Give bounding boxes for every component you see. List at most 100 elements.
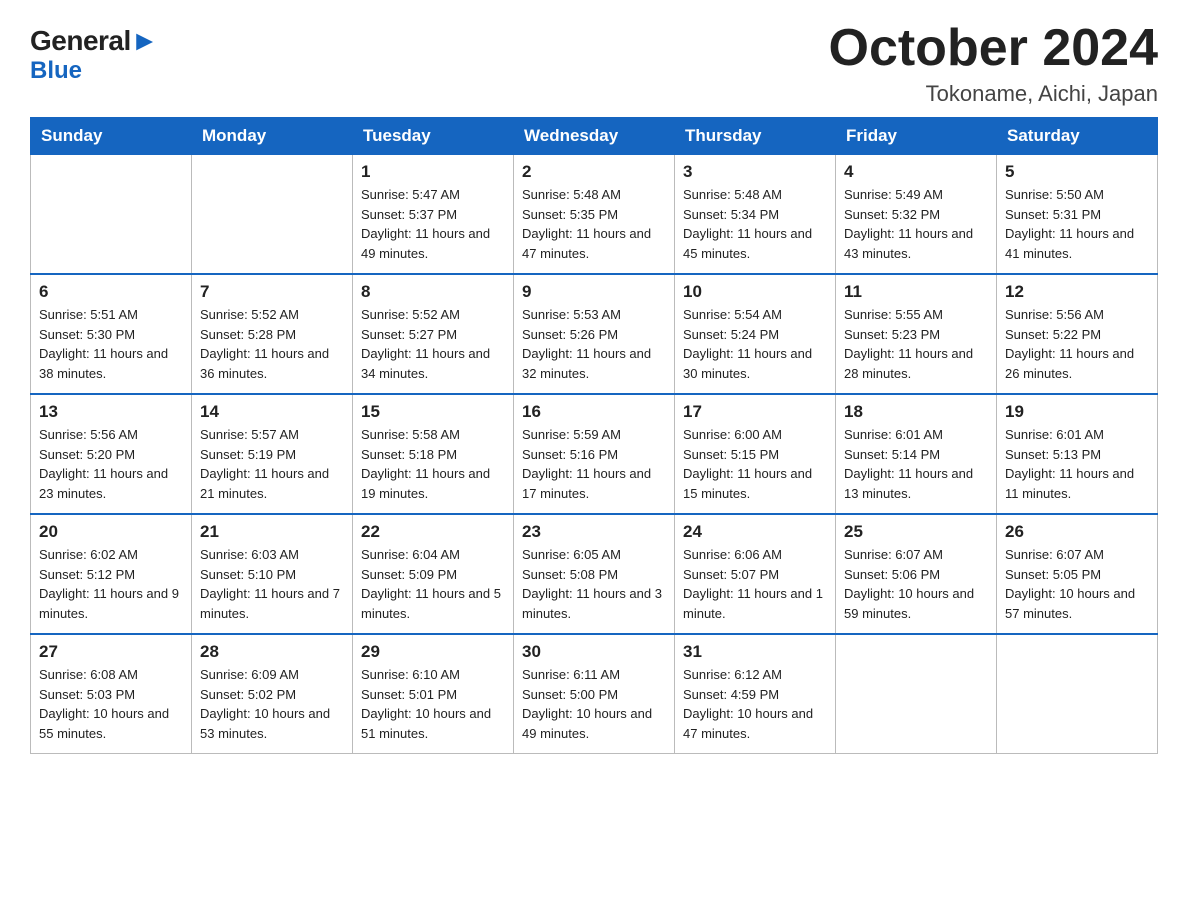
calendar-cell: 28Sunrise: 6:09 AMSunset: 5:02 PMDayligh… <box>192 634 353 754</box>
cell-day-number: 4 <box>844 162 988 182</box>
cell-sunrise: Sunrise: 5:56 AM <box>39 427 138 442</box>
cell-sunrise: Sunrise: 6:10 AM <box>361 667 460 682</box>
cell-sun-info: Sunrise: 6:06 AMSunset: 5:07 PMDaylight:… <box>683 545 827 623</box>
cell-sunset: Sunset: 5:35 PM <box>522 207 618 222</box>
cell-sunset: Sunset: 5:15 PM <box>683 447 779 462</box>
header-thursday: Thursday <box>675 118 836 155</box>
cell-day-number: 25 <box>844 522 988 542</box>
calendar-cell: 19Sunrise: 6:01 AMSunset: 5:13 PMDayligh… <box>997 394 1158 514</box>
calendar-table: Sunday Monday Tuesday Wednesday Thursday… <box>30 117 1158 754</box>
logo-icon: General► <box>30 25 158 57</box>
calendar-cell: 16 Sunrise: 5:59 AMSunset: 5:16 PMDayligh… <box>514 394 675 514</box>
cell-daylight: Daylight: 10 hours and 47 minutes. <box>683 706 813 741</box>
calendar-cell: 23 Sunrise: 6:05 AMSunset: 5:08 PMDayligh… <box>514 514 675 634</box>
cell-sunrise: Sunrise: 6:04 AM <box>361 547 460 562</box>
cell-sunrise: Sunrise: 6:07 AM <box>1005 547 1104 562</box>
cell-sunrise: Sunrise: 5:51 AM <box>39 307 138 322</box>
main-title: October 2024 <box>829 20 1159 77</box>
calendar-cell: 10Sunrise: 5:54 AMSunset: 5:24 PMDayligh… <box>675 274 836 394</box>
cell-sunrise: Sunrise: 5:57 AM <box>200 427 299 442</box>
cell-day-number: 28 <box>200 642 344 662</box>
cell-sunrise: Sunrise: 6:11 AM <box>522 667 620 682</box>
cell-sun-info: Sunrise: 6:07 AMSunset: 5:05 PMDaylight:… <box>1005 545 1149 623</box>
calendar-cell <box>31 155 192 275</box>
cell-sunrise: Sunrise: 5:52 AM <box>200 307 299 322</box>
cell-sunrise: Sunrise: 5:50 AM <box>1005 187 1104 202</box>
cell-day-number: 23 <box>522 522 666 542</box>
calendar-cell: 21Sunrise: 6:03 AMSunset: 5:10 PMDayligh… <box>192 514 353 634</box>
cell-day-number: 16 <box>522 402 666 422</box>
cell-daylight: Daylight: 11 hours and 19 minutes. <box>361 466 490 501</box>
cell-daylight: Daylight: 11 hours and 15 minutes. <box>683 466 812 501</box>
calendar-cell: 11Sunrise: 5:55 AMSunset: 5:23 PMDayligh… <box>836 274 997 394</box>
logo-blue-text: Blue <box>30 57 82 85</box>
calendar-cell: 30Sunrise: 6:11 AMSunset: 5:00 PMDayligh… <box>514 634 675 754</box>
header-friday: Friday <box>836 118 997 155</box>
cell-sunset: Sunset: 5:05 PM <box>1005 567 1101 582</box>
cell-day-number: 19 <box>1005 402 1149 422</box>
cell-daylight: Daylight: 11 hours and 34 minutes. <box>361 346 490 381</box>
cell-sunset: Sunset: 5:14 PM <box>844 447 940 462</box>
cell-sunset: Sunset: 5:10 PM <box>200 567 296 582</box>
cell-sunset: Sunset: 5:23 PM <box>844 327 940 342</box>
cell-sun-info: Sunrise: 5:59 AMSunset: 5:16 PMDaylight:… <box>522 425 666 503</box>
cell-day-number: 13 <box>39 402 183 422</box>
cell-sun-info: Sunrise: 6:04 AMSunset: 5:09 PMDaylight:… <box>361 545 505 623</box>
calendar-cell: 13Sunrise: 5:56 AMSunset: 5:20 PMDayligh… <box>31 394 192 514</box>
cell-sunset: Sunset: 5:27 PM <box>361 327 457 342</box>
page-wrapper: General► Blue October 2024 Tokoname, Aic… <box>0 0 1188 784</box>
cell-daylight: Daylight: 11 hours and 36 minutes. <box>200 346 329 381</box>
cell-sun-info: Sunrise: 5:51 AMSunset: 5:30 PMDaylight:… <box>39 305 183 383</box>
cell-sunrise: Sunrise: 5:47 AM <box>361 187 460 202</box>
calendar-cell: 2Sunrise: 5:48 AMSunset: 5:35 PMDaylight… <box>514 155 675 275</box>
calendar-cell: 15Sunrise: 5:58 AMSunset: 5:18 PMDayligh… <box>353 394 514 514</box>
cell-sun-info: Sunrise: 6:03 AMSunset: 5:10 PMDaylight:… <box>200 545 344 623</box>
cell-sunrise: Sunrise: 6:07 AM <box>844 547 943 562</box>
cell-sun-info: Sunrise: 5:50 AMSunset: 5:31 PMDaylight:… <box>1005 185 1149 263</box>
cell-day-number: 5 <box>1005 162 1149 182</box>
title-area: October 2024 Tokoname, Aichi, Japan <box>829 20 1159 107</box>
cell-day-number: 12 <box>1005 282 1149 302</box>
cell-day-number: 10 <box>683 282 827 302</box>
cell-sunrise: Sunrise: 6:08 AM <box>39 667 138 682</box>
cell-day-number: 14 <box>200 402 344 422</box>
calendar-week-4: 20Sunrise: 6:02 AMSunset: 5:12 PMDayligh… <box>31 514 1158 634</box>
cell-sunrise: Sunrise: 5:48 AM <box>683 187 782 202</box>
cell-sun-info: Sunrise: 5:53 AMSunset: 5:26 PMDaylight:… <box>522 305 666 383</box>
cell-sunset: Sunset: 5:06 PM <box>844 567 940 582</box>
calendar-week-1: 1Sunrise: 5:47 AMSunset: 5:37 PMDaylight… <box>31 155 1158 275</box>
header-saturday: Saturday <box>997 118 1158 155</box>
cell-daylight: Daylight: 11 hours and 47 minutes. <box>522 226 651 261</box>
cell-sun-info: Sunrise: 5:48 AMSunset: 5:34 PMDaylight:… <box>683 185 827 263</box>
cell-sun-info: Sunrise: 6:07 AMSunset: 5:06 PMDaylight:… <box>844 545 988 623</box>
cell-sunset: Sunset: 5:02 PM <box>200 687 296 702</box>
cell-day-number: 3 <box>683 162 827 182</box>
header-wednesday: Wednesday <box>514 118 675 155</box>
cell-sun-info: Sunrise: 5:55 AMSunset: 5:23 PMDaylight:… <box>844 305 988 383</box>
calendar-cell: 31Sunrise: 6:12 AMSunset: 4:59 PMDayligh… <box>675 634 836 754</box>
cell-sunset: Sunset: 5:18 PM <box>361 447 457 462</box>
cell-sunset: Sunset: 4:59 PM <box>683 687 779 702</box>
cell-sun-info: Sunrise: 6:12 AM Sunset: 4:59 PM Daylight:… <box>683 665 827 743</box>
calendar-cell: 4Sunrise: 5:49 AMSunset: 5:32 PMDaylight… <box>836 155 997 275</box>
cell-sunset: Sunset: 5:03 PM <box>39 687 135 702</box>
cell-daylight: Daylight: 10 hours and 55 minutes. <box>39 706 169 741</box>
cell-sunrise: Sunrise: 6:12 AM <box>683 667 782 682</box>
header-row-days: Sunday Monday Tuesday Wednesday Thursday… <box>31 118 1158 155</box>
calendar-cell: 14Sunrise: 5:57 AMSunset: 5:19 PMDayligh… <box>192 394 353 514</box>
cell-sun-info: Sunrise: 5:56 AMSunset: 5:22 PMDaylight:… <box>1005 305 1149 383</box>
cell-sunrise: Sunrise: 5:49 AM <box>844 187 943 202</box>
cell-daylight: Daylight: 11 hours and 7 minutes. <box>200 586 340 621</box>
cell-sun-info: Sunrise: 6:11 AMSunset: 5:00 PMDaylight:… <box>522 665 666 743</box>
cell-sunset: Sunset: 5:22 PM <box>1005 327 1101 342</box>
cell-sunset: Sunset: 5:07 PM <box>683 567 779 582</box>
cell-sunset: Sunset: 5:08 PM <box>522 567 618 582</box>
cell-sun-info: Sunrise: 6:05 AMSunset: 5:08 PMDaylight:… <box>522 545 666 623</box>
cell-sun-info: Sunrise: 5:52 AMSunset: 5:27 PMDaylight:… <box>361 305 505 383</box>
cell-daylight: Daylight: 11 hours and 9 minutes. <box>39 586 179 621</box>
cell-sun-info: Sunrise: 6:10 AMSunset: 5:01 PMDaylight:… <box>361 665 505 743</box>
cell-sunrise: Sunrise: 5:55 AM <box>844 307 943 322</box>
logo-wordmark: General► <box>30 25 158 57</box>
cell-sunrise: Sunrise: 6:09 AM <box>200 667 299 682</box>
cell-daylight: Daylight: 11 hours and 41 minutes. <box>1005 226 1134 261</box>
